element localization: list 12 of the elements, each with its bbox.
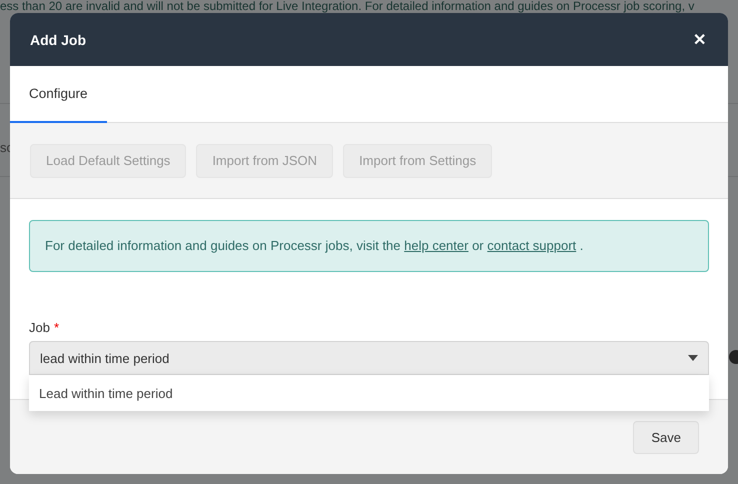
job-select[interactable]: lead within time period (29, 341, 709, 375)
caret-icon (688, 355, 698, 361)
contact-support-link[interactable]: contact support (487, 238, 576, 253)
info-alert: For detailed information and guides on Processr jobs, visit the help center or contact support . (29, 220, 709, 272)
close-button[interactable]: ✕ (691, 30, 708, 50)
dropdown-option[interactable]: Lead within time period (29, 375, 709, 411)
job-label: Job (29, 320, 50, 335)
background-notice: ess than 20 are invalid and will not be submitted for Live Integration. For detailed information and guides on Processr job scoring, v (0, 0, 694, 12)
dialog-title: Add Job (30, 32, 86, 48)
save-button[interactable]: Save (633, 420, 699, 454)
required-mark: * (54, 320, 60, 335)
help-center-link[interactable]: help center (404, 238, 468, 253)
